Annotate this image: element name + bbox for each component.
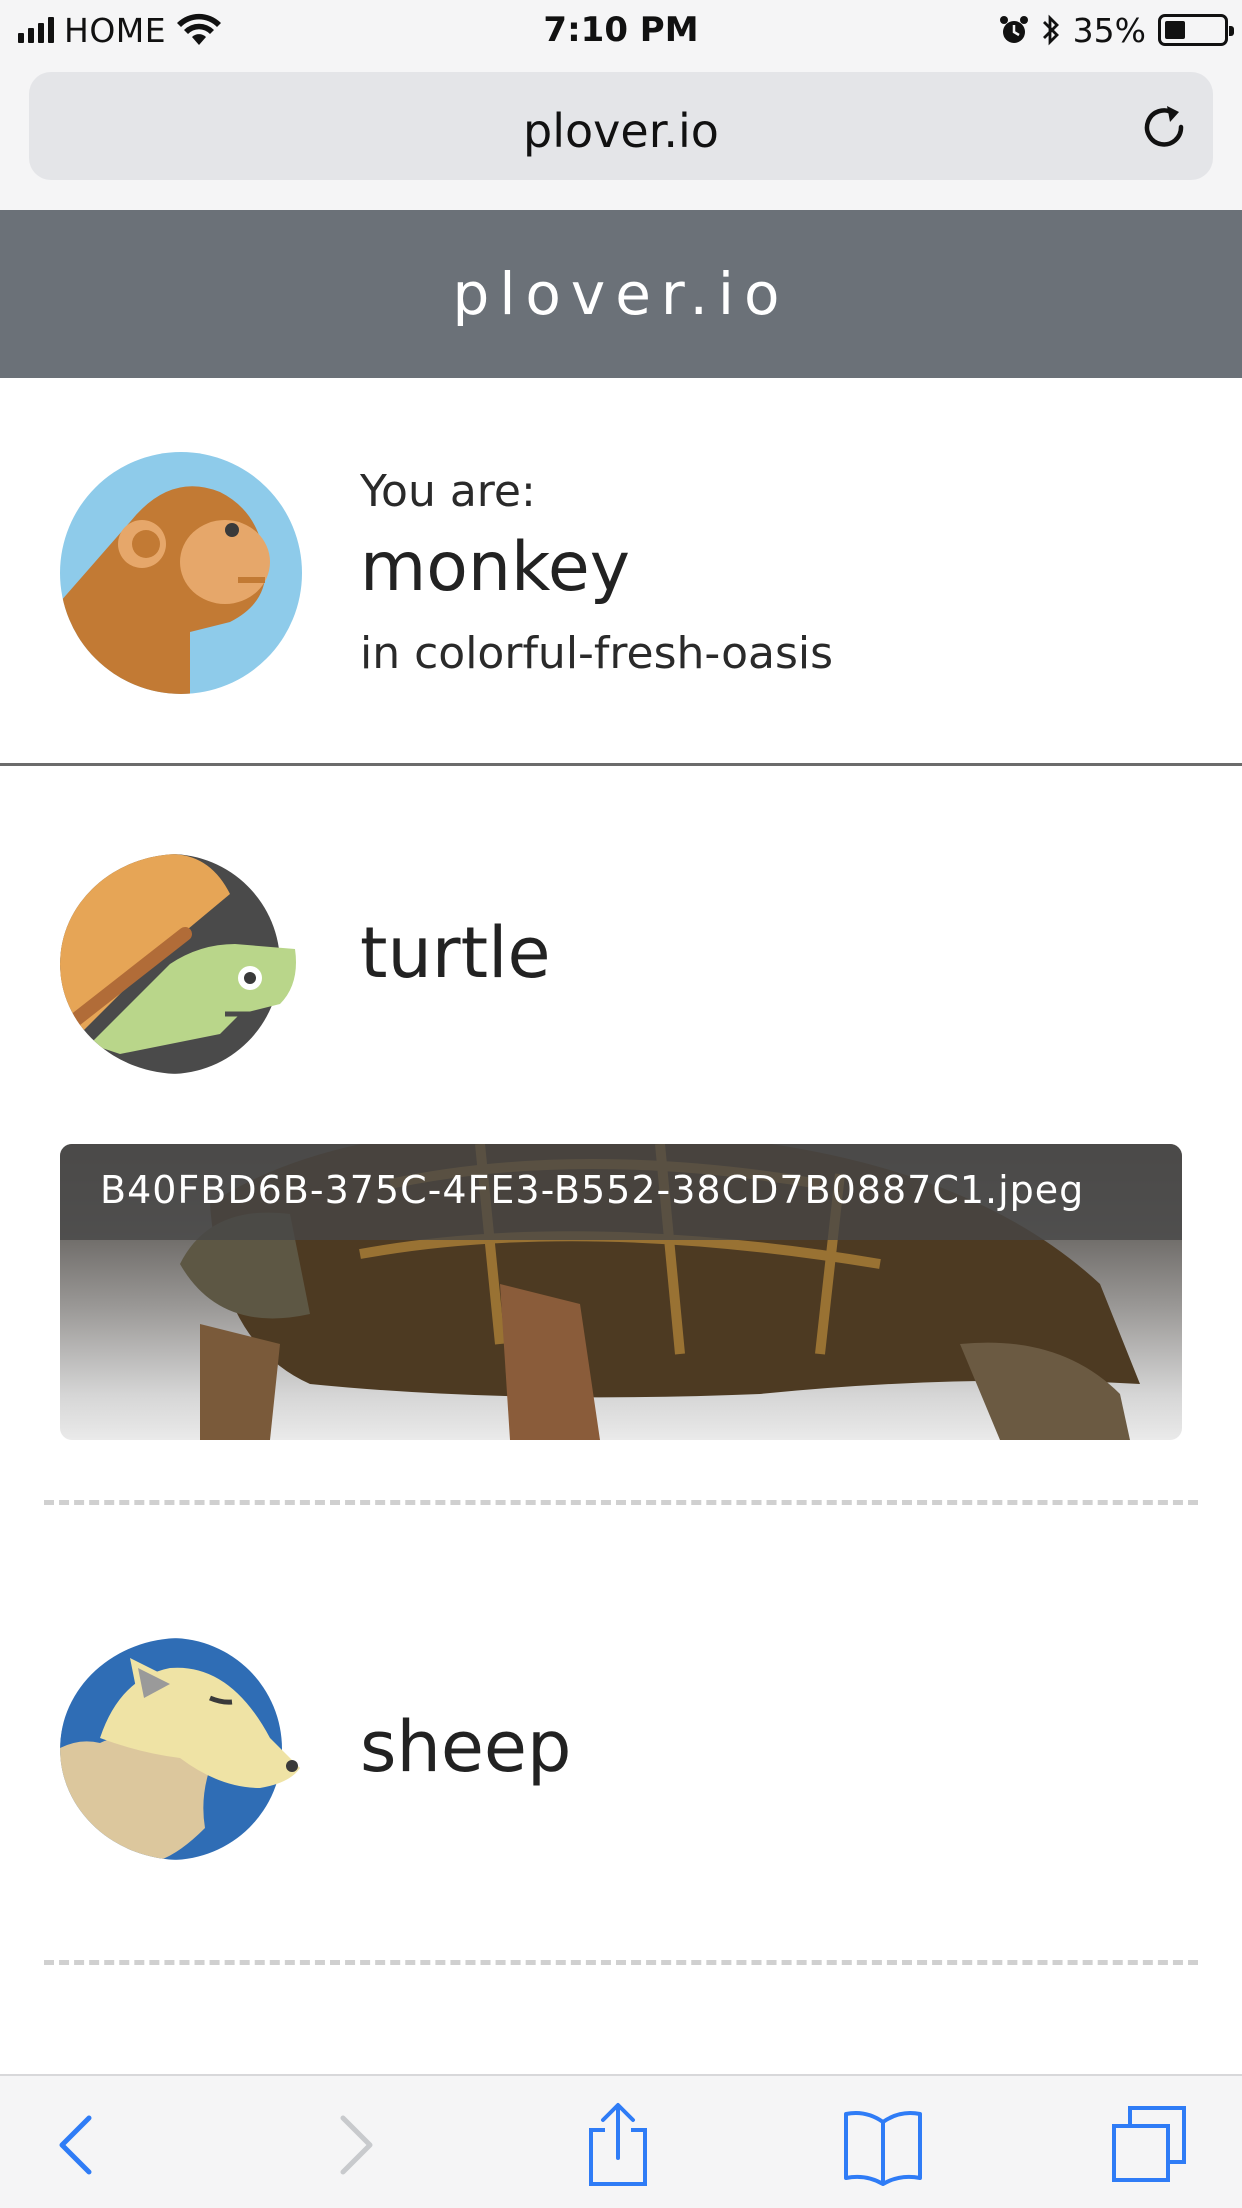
- tabs-button[interactable]: [1104, 2100, 1194, 2190]
- you-are-label: You are:: [360, 466, 536, 517]
- battery-icon: [1158, 14, 1234, 46]
- forward-button[interactable]: [308, 2100, 398, 2190]
- url-text[interactable]: plover.io: [29, 104, 1213, 158]
- battery-percent: 35%: [1072, 10, 1146, 50]
- bookmarks-button[interactable]: [838, 2100, 928, 2190]
- status-right: 35%: [999, 10, 1234, 50]
- monkey-avatar-icon: [60, 452, 302, 694]
- sheep-avatar-icon[interactable]: [60, 1638, 302, 1860]
- browser-chrome: plover.io: [0, 60, 1242, 210]
- battery-level: [1165, 21, 1185, 39]
- peer-sheep[interactable]: sheep: [0, 1520, 1242, 1960]
- peer-name[interactable]: sheep: [360, 1706, 571, 1788]
- site-header: plover.io: [0, 210, 1242, 378]
- peer-name[interactable]: turtle: [360, 912, 551, 994]
- reload-icon[interactable]: [1137, 100, 1191, 154]
- browser-toolbar: [0, 2074, 1242, 2208]
- file-label-bar: B40FBD6B-375C-4FE3-B552-38CD7B0887C1.jpe…: [60, 1144, 1182, 1240]
- bookmarks-icon[interactable]: [838, 2100, 928, 2190]
- forward-icon[interactable]: [308, 2100, 398, 2190]
- alarm-icon: [999, 16, 1028, 43]
- back-button[interactable]: [34, 2100, 124, 2190]
- address-bar[interactable]: plover.io: [29, 72, 1213, 180]
- peer-turtle[interactable]: turtle B40FBD6B-375C-4FE3-B552-38CD7B088…: [0, 766, 1242, 1514]
- back-icon[interactable]: [34, 2100, 124, 2190]
- tabs-icon[interactable]: [1104, 2100, 1194, 2190]
- share-icon[interactable]: [573, 2100, 663, 2190]
- peer-divider: [44, 1500, 1198, 1505]
- status-bar: HOME 7:10 PM 35%: [0, 0, 1242, 60]
- peer-divider: [44, 1960, 1198, 1965]
- self-identity: You are: monkey in colorful-fresh-oasis: [0, 378, 1242, 766]
- bluetooth-icon: [1042, 14, 1059, 46]
- self-name: monkey: [360, 528, 630, 607]
- file-preview[interactable]: B40FBD6B-375C-4FE3-B552-38CD7B0887C1.jpe…: [60, 1144, 1182, 1440]
- site-title: plover.io: [452, 260, 790, 328]
- share-button[interactable]: [573, 2100, 663, 2190]
- turtle-avatar-icon[interactable]: [60, 854, 300, 1074]
- file-name: B40FBD6B-375C-4FE3-B552-38CD7B0887C1.jpe…: [100, 1168, 1085, 1212]
- room-name: in colorful-fresh-oasis: [360, 628, 834, 679]
